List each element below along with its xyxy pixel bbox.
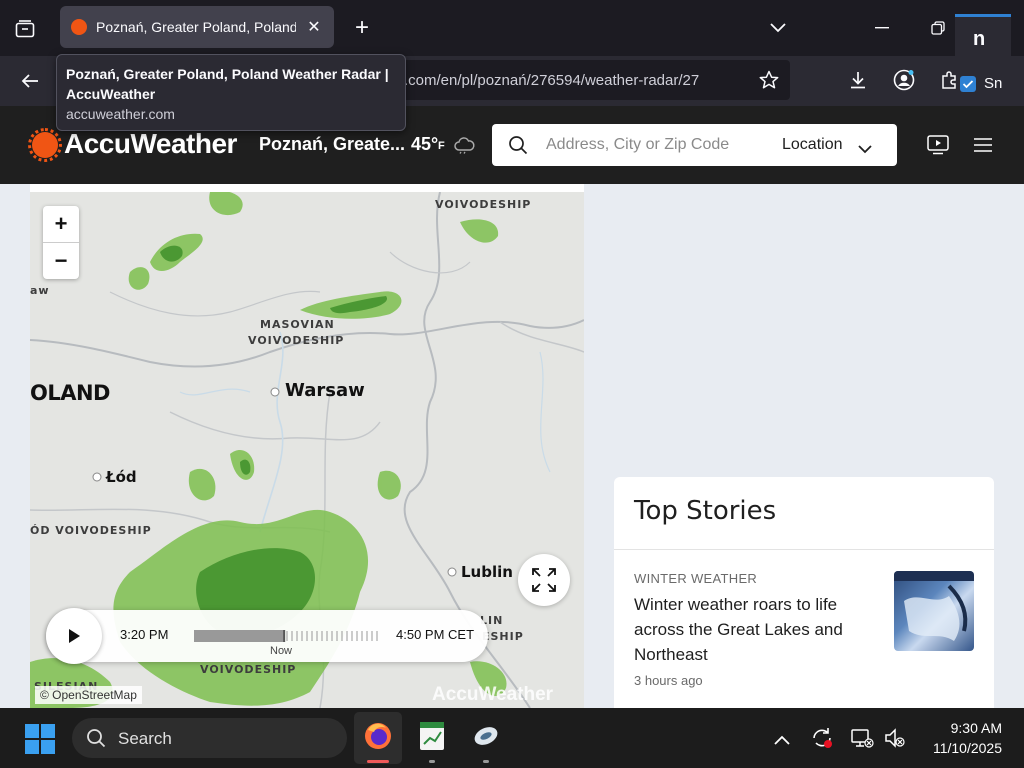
notion-label: n bbox=[973, 28, 986, 50]
tab-title: Poznań, Greater Poland, Poland Weather R… bbox=[96, 19, 296, 35]
map-label-left-edge: aw bbox=[30, 284, 50, 297]
tooltip-title: Poznań, Greater Poland, Poland Weather R… bbox=[66, 66, 389, 102]
site-logo-text[interactable]: AccuWeather bbox=[64, 128, 237, 160]
map-label-bottom-voiv: VOIVODESHIP bbox=[200, 663, 297, 676]
url-text: .com/en/pl/poznań/276594/weather-radar/2… bbox=[404, 72, 700, 89]
account-icon[interactable] bbox=[892, 68, 916, 92]
taskbar-search-label: Search bbox=[118, 729, 172, 748]
list-tabs-chevron-icon[interactable] bbox=[766, 16, 790, 40]
hamburger-menu-icon[interactable] bbox=[974, 138, 992, 157]
volume-muted-icon[interactable] bbox=[884, 727, 906, 754]
taskbar-search[interactable]: Search bbox=[72, 718, 347, 758]
map-label-eship: ESHIP bbox=[482, 630, 524, 643]
cloud-icon bbox=[453, 136, 475, 159]
current-location[interactable]: Poznań, Greate... bbox=[259, 134, 405, 155]
map-label-lodz-voiv: ÓD VOIVODESHIP bbox=[30, 524, 152, 537]
accuweather-watermark: AccuWeather bbox=[432, 684, 554, 705]
windows-start-icon[interactable] bbox=[25, 724, 55, 759]
extension-label: Sn bbox=[984, 75, 1003, 92]
video-play-icon[interactable] bbox=[927, 135, 949, 160]
active-app-indicator bbox=[367, 760, 389, 763]
spreadsheet-taskbar-icon[interactable] bbox=[408, 712, 456, 764]
sync-icon[interactable] bbox=[810, 726, 834, 755]
timeline-ticks bbox=[283, 630, 378, 642]
play-button[interactable] bbox=[46, 608, 102, 664]
new-tab-icon[interactable]: + bbox=[350, 14, 374, 41]
close-tab-icon[interactable]: ✕ bbox=[304, 17, 324, 37]
expand-icon bbox=[532, 568, 556, 592]
story-timestamp: 3 hours ago bbox=[634, 673, 703, 688]
address-bar[interactable]: .com/en/pl/poznań/276594/weather-radar/2… bbox=[370, 60, 790, 100]
zoom-out-button[interactable]: − bbox=[43, 243, 79, 279]
minimize-window-icon[interactable] bbox=[870, 16, 894, 40]
location-dropdown-button[interactable]: Location bbox=[782, 136, 843, 154]
tab-accuweather[interactable]: Poznań, Greater Poland, Poland Weather R… bbox=[60, 6, 334, 48]
bookmark-star-icon[interactable] bbox=[758, 69, 780, 91]
openstreetmap-attribution[interactable]: © OpenStreetMap bbox=[35, 686, 142, 704]
top-stories-card: Top Stories WINTER WEATHER Winter weathe… bbox=[614, 477, 994, 708]
map-label-masovian: MASOVIAN bbox=[260, 318, 335, 331]
zoom-in-button[interactable]: + bbox=[43, 206, 79, 242]
top-stories-title: Top Stories bbox=[634, 496, 777, 526]
map-label-lublin: Lublin bbox=[461, 563, 513, 581]
downloads-icon[interactable] bbox=[846, 68, 870, 92]
zoom-control: + − bbox=[43, 206, 79, 279]
clock-time: 9:30 AM bbox=[950, 720, 1002, 736]
map-label-warsaw: Warsaw bbox=[285, 380, 365, 401]
tab-tooltip: Poznań, Greater Poland, Poland Weather R… bbox=[56, 54, 406, 131]
tooltip-url: accuweather.com bbox=[66, 106, 175, 122]
play-icon bbox=[69, 629, 80, 643]
running-app-indicator bbox=[429, 760, 435, 763]
map-label-lodz: Łód bbox=[106, 468, 137, 486]
extension-checkbox-icon[interactable] bbox=[960, 76, 976, 92]
accuweather-favicon-icon bbox=[71, 19, 87, 35]
tab-overview-icon[interactable] bbox=[12, 16, 38, 42]
restore-window-icon[interactable] bbox=[926, 16, 950, 40]
network-icon[interactable] bbox=[850, 726, 874, 755]
story-thumbnail[interactable] bbox=[894, 571, 974, 651]
search-icon bbox=[86, 728, 106, 753]
timeline-now-label: Now bbox=[270, 645, 293, 657]
back-arrow-icon[interactable] bbox=[18, 69, 42, 93]
accuweather-logo-icon[interactable] bbox=[28, 128, 62, 162]
timeline-track[interactable] bbox=[194, 630, 378, 642]
current-temp[interactable]: 45° bbox=[411, 134, 438, 155]
story-headline[interactable]: Winter weather roars to life across the … bbox=[634, 592, 879, 667]
active-indicator bbox=[955, 14, 1011, 17]
system-clock[interactable]: 9:30 AM 11/10/2025 bbox=[918, 718, 1002, 758]
extensions-puzzle-icon[interactable] bbox=[938, 68, 962, 92]
search-input[interactable]: Address, City or Zip Code bbox=[546, 136, 729, 154]
clock-date: 11/10/2025 bbox=[932, 740, 1002, 756]
running-app-indicator bbox=[483, 760, 489, 763]
map-label-poland: OLAND bbox=[30, 381, 111, 405]
location-search[interactable]: Address, City or Zip Code Location bbox=[492, 124, 897, 166]
page-content: VOIVODESHIP MASOVIAN VOIVODESHIP Warsaw … bbox=[0, 184, 1024, 708]
temp-unit: F bbox=[438, 140, 445, 152]
notion-extension-button[interactable]: n bbox=[955, 14, 1011, 56]
app-taskbar-icon[interactable] bbox=[462, 712, 510, 764]
chevron-down-icon[interactable] bbox=[858, 141, 872, 159]
timeline-start-time: 3:20 PM bbox=[120, 627, 169, 642]
divider bbox=[614, 549, 994, 550]
radar-timeline-player: 3:20 PM Now 4:50 PM CET bbox=[46, 608, 488, 664]
search-icon bbox=[508, 135, 528, 160]
browser-tab-bar: Poznań, Greater Poland, Poland Weather R… bbox=[0, 0, 1024, 56]
timeline-end-time: 4:50 PM CET bbox=[396, 627, 475, 642]
firefox-taskbar-icon[interactable] bbox=[354, 712, 402, 764]
fullscreen-button[interactable] bbox=[518, 554, 570, 606]
radar-map[interactable]: VOIVODESHIP MASOVIAN VOIVODESHIP Warsaw … bbox=[30, 192, 584, 708]
chevron-up-icon[interactable] bbox=[774, 732, 790, 750]
map-top-strip bbox=[30, 184, 584, 192]
map-label-masovian-voiv: VOIVODESHIP bbox=[248, 334, 345, 347]
windows-taskbar: Search 9:30 AM 11/10/2025 bbox=[0, 708, 1024, 768]
map-label-voivodeship-top: VOIVODESHIP bbox=[435, 198, 532, 211]
story-category[interactable]: WINTER WEATHER bbox=[634, 571, 757, 586]
